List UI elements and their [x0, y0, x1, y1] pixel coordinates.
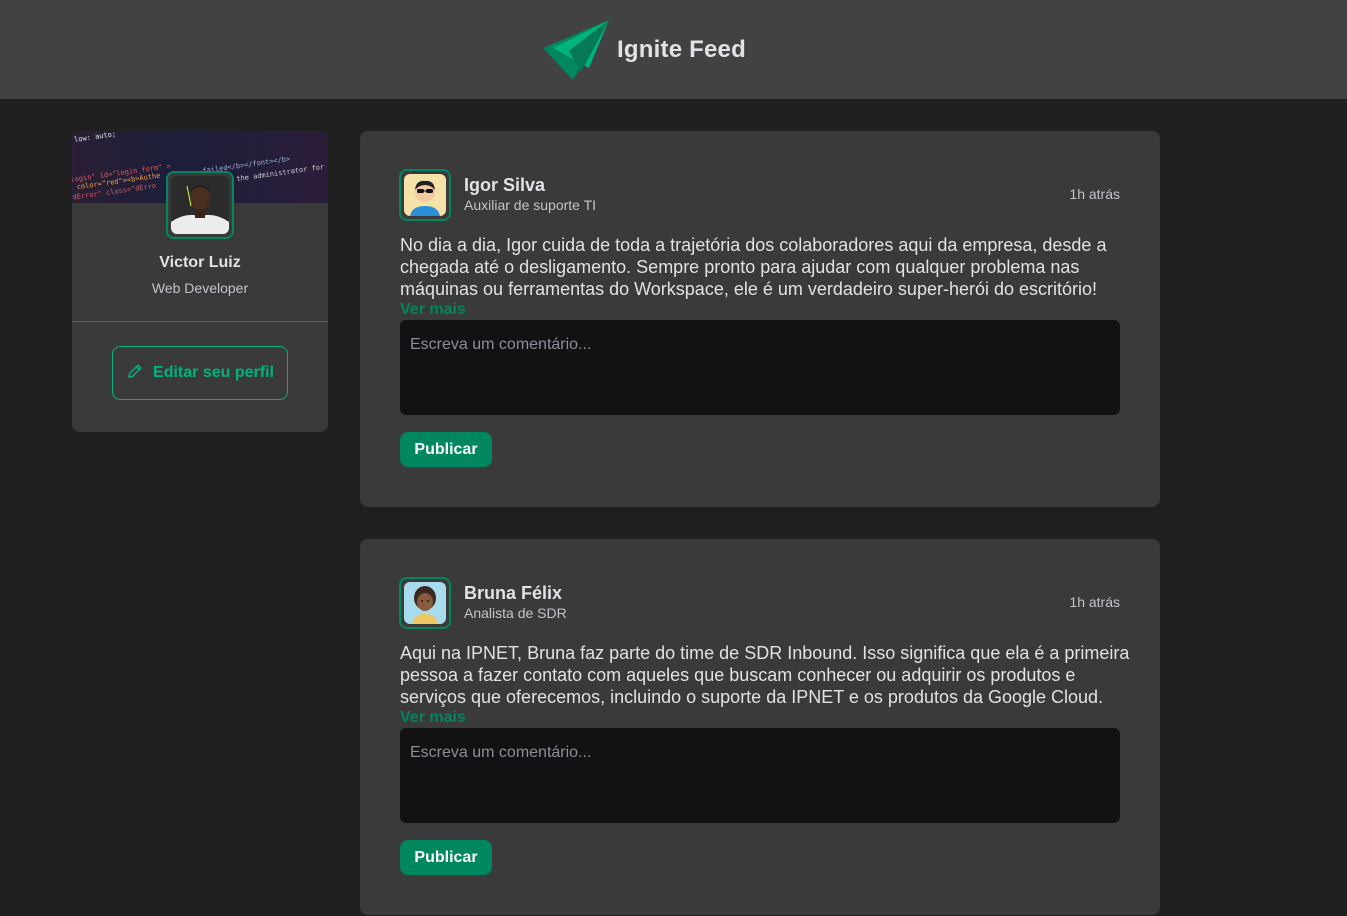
- post-card: Bruna Félix Analista de SDR 1h atrás Aqu…: [360, 539, 1160, 915]
- profile-role: Web Developer: [151, 280, 249, 296]
- publish-button[interactable]: Publicar: [400, 432, 492, 467]
- divider: [72, 321, 328, 322]
- comment-input[interactable]: [400, 728, 1120, 823]
- author-role: Analista de SDR: [464, 605, 567, 621]
- author-name: Bruna Félix: [464, 583, 563, 603]
- edit-profile-button[interactable]: Editar seu perfil: [112, 346, 288, 400]
- profile-avatar[interactable]: [166, 171, 234, 239]
- logo: Ignite Feed: [543, 19, 746, 80]
- author-avatar[interactable]: [399, 577, 451, 629]
- profile-sidebar: low: auto; login" id="login_form" > t co…: [72, 131, 328, 432]
- post-card: Igor Silva Auxiliar de suporte TI 1h atr…: [360, 131, 1160, 507]
- publish-button[interactable]: Publicar: [400, 840, 492, 875]
- post-time: 1h atrás: [1069, 186, 1120, 202]
- see-more-link[interactable]: Ver mais: [400, 301, 466, 319]
- see-more-link[interactable]: Ver mais: [400, 709, 466, 727]
- post-content: Aqui na IPNET, Bruna faz parte do time d…: [400, 643, 1130, 707]
- comment-input[interactable]: [400, 320, 1120, 415]
- ignite-logo-icon: [543, 19, 610, 80]
- author-avatar[interactable]: [399, 169, 451, 221]
- app-title: Ignite Feed: [617, 35, 746, 63]
- author-name: Igor Silva: [464, 175, 546, 195]
- edit-profile-label: Editar seu perfil: [153, 364, 274, 381]
- app-header: Ignite Feed: [0, 0, 1347, 99]
- post-content: No dia a dia, Igor cuida de toda a traje…: [400, 235, 1107, 299]
- pencil-icon: [126, 362, 144, 385]
- profile-name: Victor Luiz: [159, 254, 241, 271]
- post-time: 1h atrás: [1069, 594, 1120, 610]
- author-role: Auxiliar de suporte TI: [464, 197, 597, 213]
